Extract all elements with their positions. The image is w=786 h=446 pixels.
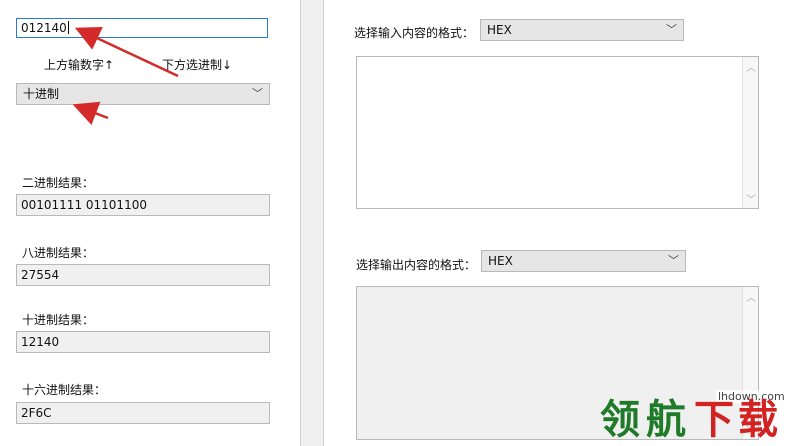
scroll-up-icon[interactable]: ︿ [743, 59, 759, 74]
chevron-down-icon: ﹀ [666, 23, 677, 36]
scroll-down-icon[interactable]: ﹀ [743, 191, 759, 206]
panel-gap [301, 0, 323, 446]
output-format-label: 选择输出内容的格式： [356, 258, 477, 272]
chevron-down-icon: ﹀ [668, 254, 679, 267]
decimal-result-label: 十进制结果： [22, 313, 95, 327]
output-format-value: HEX [488, 254, 513, 268]
decimal-result-field[interactable]: 12140 [16, 331, 270, 353]
number-input[interactable]: 012140 [16, 18, 268, 38]
app-window: 012140 上方输数字↑ 下方选进制↓ 十进制 ﹀ 二进制结果： 001011… [0, 0, 786, 446]
input-format-label: 选择输入内容的格式： [354, 26, 475, 40]
watermark: lhdown.com 领 航 下 载 [598, 386, 786, 446]
input-format-value: HEX [487, 23, 512, 37]
output-format-select[interactable]: HEX ﹀ [481, 250, 686, 272]
radix-select-value: 十进制 [23, 87, 60, 101]
watermark-char-3: 下 [694, 397, 734, 443]
input-textarea[interactable]: ︿ ﹀ [356, 56, 759, 209]
watermark-char-4: 载 [738, 397, 778, 443]
binary-result-label: 二进制结果： [22, 176, 95, 190]
hex-result-field[interactable]: 2F6C [16, 402, 270, 424]
hint-input-above: 上方输数字↑ [44, 58, 115, 72]
watermark-char-1: 领 [600, 397, 640, 443]
number-input-value: 012140 [21, 21, 67, 35]
left-panel: 012140 上方输数字↑ 下方选进制↓ 十进制 ﹀ 二进制结果： 001011… [0, 0, 300, 446]
chevron-down-icon: ﹀ [252, 87, 263, 100]
right-panel: 选择输入内容的格式： HEX ﹀ ︿ ﹀ 选择输出内容的格式： HEX ﹀ ︿ … [324, 0, 786, 446]
input-format-select[interactable]: HEX ﹀ [480, 19, 684, 41]
octal-result-label: 八进制结果： [22, 246, 95, 260]
watermark-char-2: 航 [646, 397, 686, 443]
input-scrollbar[interactable]: ︿ ﹀ [742, 57, 758, 208]
binary-result-field[interactable]: 00101111 01101100 [16, 194, 270, 216]
hint-select-below: 下方选进制↓ [162, 58, 233, 72]
octal-result-field[interactable]: 27554 [16, 264, 270, 286]
radix-select[interactable]: 十进制 ﹀ [16, 83, 270, 105]
text-caret [67, 21, 69, 34]
scroll-up-icon[interactable]: ︿ [743, 289, 759, 304]
hex-result-label: 十六进制结果： [22, 383, 107, 397]
